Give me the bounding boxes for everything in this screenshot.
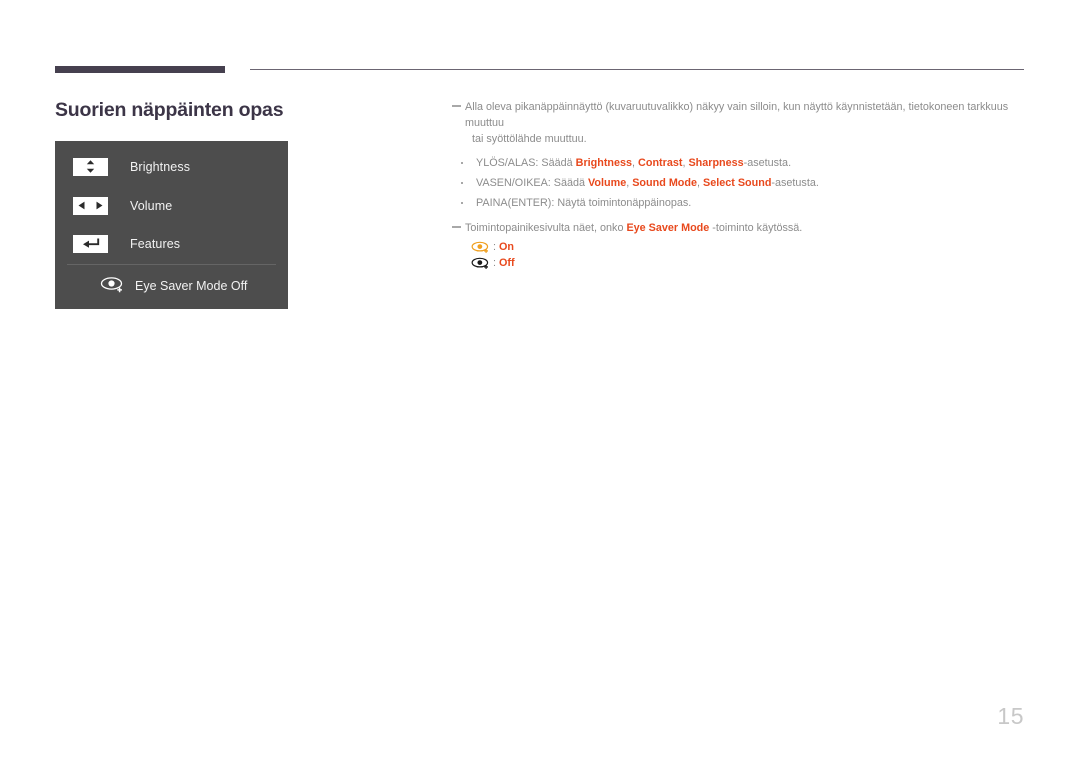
eye-saver-off-icon <box>471 257 489 269</box>
note2-term: Eye Saver Mode <box>626 222 710 234</box>
bullet-suffix: -asetusta. <box>743 157 792 169</box>
note-line-2: tai syöttölähde muuttuu. <box>472 133 587 145</box>
osd-eye-saver-label: Eye Saver Mode Off <box>135 279 248 293</box>
header-rule-line <box>250 69 1024 70</box>
osd-row-label: Features <box>130 236 181 251</box>
note-dash-icon <box>452 226 461 228</box>
bullet-term: Brightness <box>575 157 633 169</box>
note-line-1: Alla oleva pikanäppäinnäyttö (kuvaruutuv… <box>465 101 1009 129</box>
note-dash-icon <box>452 105 461 107</box>
eye-saver-on-icon <box>471 241 489 253</box>
enter-return-arrow-icon[interactable] <box>73 234 108 253</box>
osd-row-volume[interactable]: Volume <box>55 186 288 225</box>
note2-suffix: -toiminto käytössä. <box>709 222 803 234</box>
eye-saver-off-icon <box>100 275 126 298</box>
osd-shortcut-panel: Brightness Volume Features Eye Saver Mod… <box>55 141 288 309</box>
bullet-dot-icon <box>461 162 463 164</box>
bullet-term: Sharpness <box>688 157 744 169</box>
header-accent-bar <box>55 66 225 73</box>
list-item: VASEN/OIKEA: Säädä Volume, Sound Mode, S… <box>452 173 1030 193</box>
osd-row-eye-saver-mode[interactable]: Eye Saver Mode Off <box>55 269 288 303</box>
note2-prefix: Toimintopainikesivulta näet, onko <box>465 222 627 234</box>
osd-row-label: Volume <box>130 198 173 213</box>
bullet-term: Volume <box>588 177 627 189</box>
page-title: Suorien näppäinten opas <box>55 99 284 121</box>
list-item: PAINA(ENTER): Näytä toimintonäppäinopas. <box>452 193 1030 213</box>
bullet-term: Select Sound <box>703 177 772 189</box>
page-number: 15 <box>997 703 1024 729</box>
note-block-eye-saver: Toimintopainikesivulta näet, onko Eye Sa… <box>452 220 1030 236</box>
left-right-arrows-icon[interactable] <box>73 196 108 215</box>
bullet-suffix: -asetusta. <box>771 177 819 189</box>
up-down-arrows-icon[interactable] <box>73 157 108 176</box>
list-item: YLÖS/ALAS: Säädä Brightness, Contrast, S… <box>452 153 1030 173</box>
legend-value: Off <box>499 257 515 269</box>
bullet-term: Contrast <box>638 157 683 169</box>
osd-row-brightness[interactable]: Brightness <box>55 147 288 186</box>
eye-saver-legend: : On : Off <box>452 239 1030 271</box>
legend-row-on: : On <box>465 239 1030 255</box>
bullet-list: YLÖS/ALAS: Säädä Brightness, Contrast, S… <box>452 153 1030 213</box>
legend-separator: : <box>493 257 496 269</box>
bullet-prefix: VASEN/OIKEA: Säädä <box>476 177 589 189</box>
bullet-dot-icon <box>461 202 463 204</box>
bullet-term: Sound Mode <box>632 177 698 189</box>
note-block-shortcut-visibility: Alla oleva pikanäppäinnäyttö (kuvaruutuv… <box>452 99 1030 147</box>
bullet-dot-icon <box>461 182 463 184</box>
notes-column: Alla oleva pikanäppäinnäyttö (kuvaruutuv… <box>452 99 1030 271</box>
legend-row-off: : Off <box>465 255 1030 271</box>
osd-row-features[interactable]: Features <box>55 224 288 263</box>
bullet-prefix: YLÖS/ALAS: Säädä <box>476 157 576 169</box>
legend-value: On <box>499 241 514 253</box>
legend-separator: : <box>493 241 496 253</box>
bullet-prefix: PAINA(ENTER): Näytä toimintonäppäinopas. <box>476 197 692 209</box>
osd-row-label: Brightness <box>130 159 191 174</box>
osd-divider <box>67 264 276 265</box>
